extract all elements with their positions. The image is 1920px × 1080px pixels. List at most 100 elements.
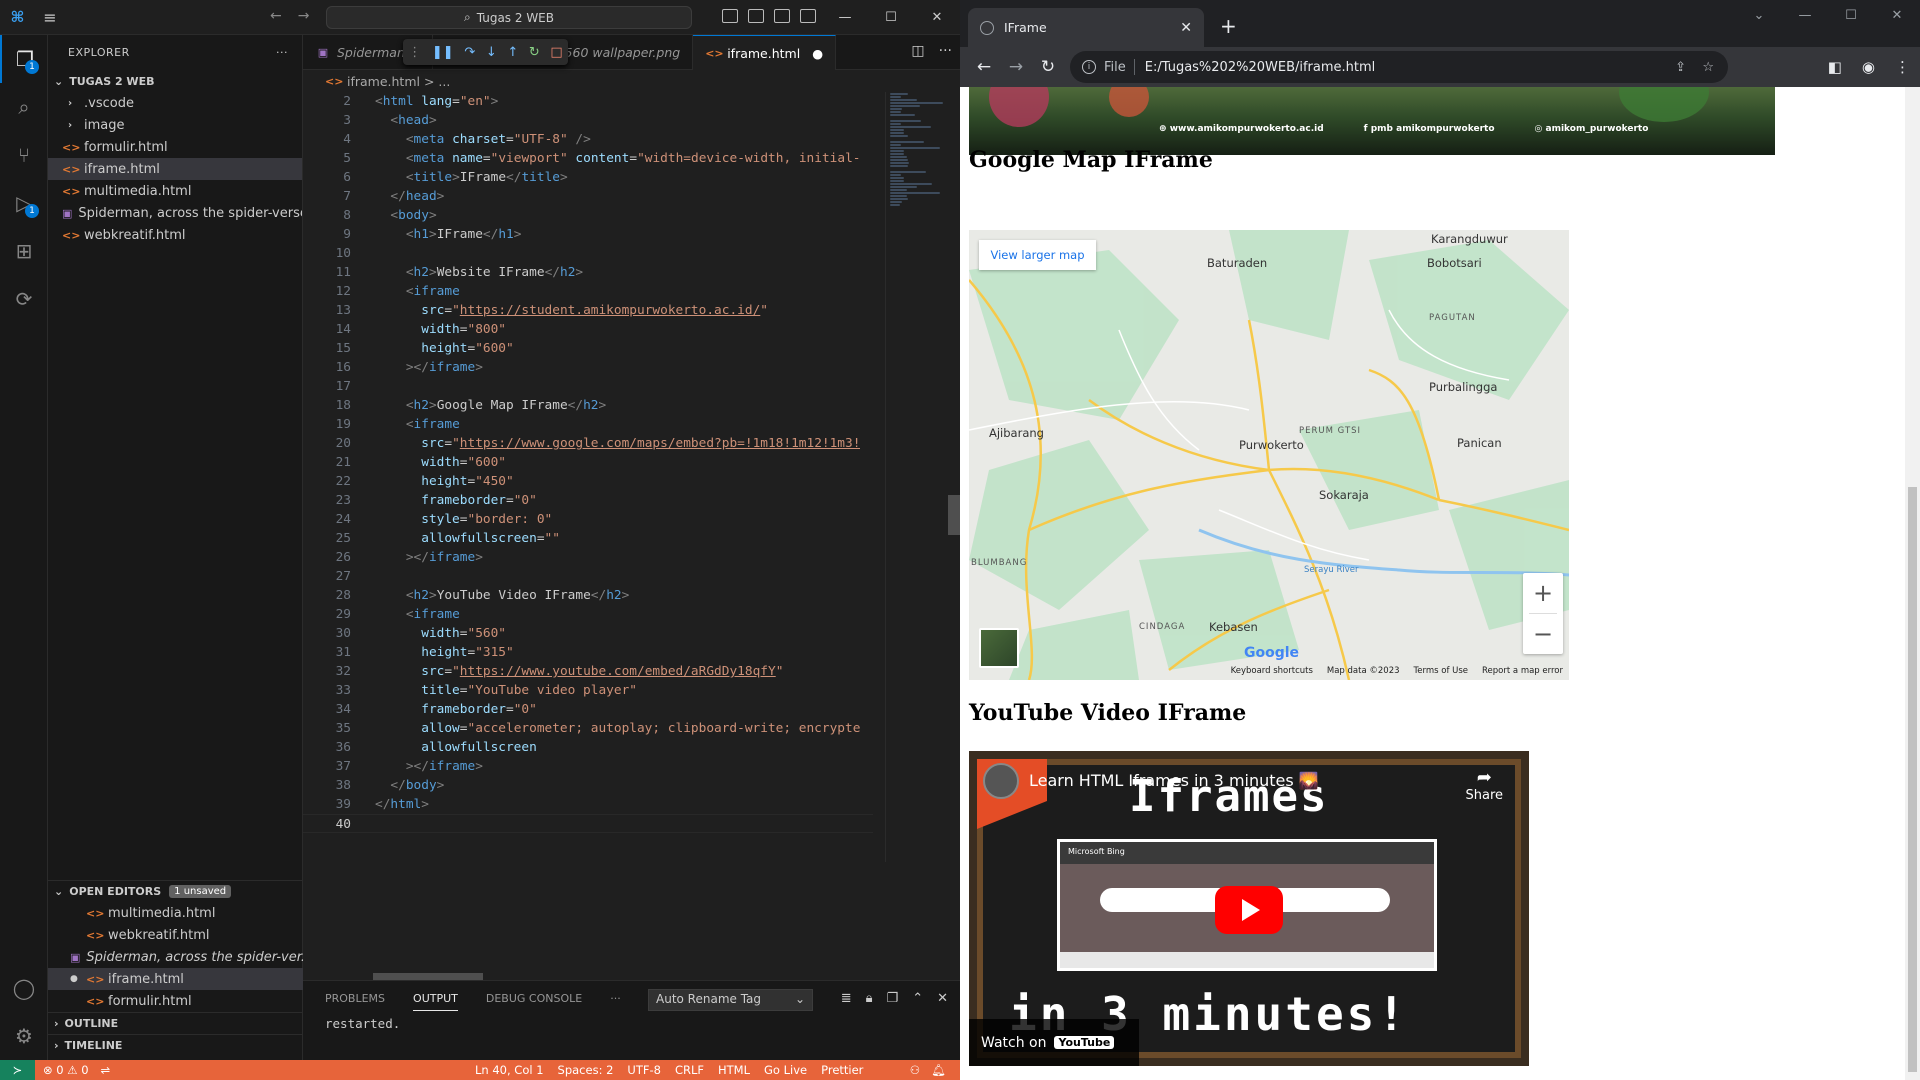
pause-icon[interactable]: ❚❚ xyxy=(432,45,454,60)
output-channel-select[interactable]: Auto Rename Tag ⌄ xyxy=(648,989,813,1011)
clear-output-icon[interactable]: ≣ xyxy=(841,991,852,1006)
address-bar[interactable]: i File E:/Tugas%202%20WEB/iframe.html ⇪ … xyxy=(1070,51,1728,83)
forward-arrow-icon[interactable]: → xyxy=(1000,57,1032,77)
minimap[interactable] xyxy=(885,92,945,862)
facebook-link[interactable]: f pmb amikompurwokerto xyxy=(1364,124,1495,134)
outline-header[interactable]: › OUTLINE xyxy=(48,1012,303,1034)
open-editors-header[interactable]: ⌄ OPEN EDITORS 1 unsaved xyxy=(48,880,303,902)
back-arrow-icon[interactable]: ← xyxy=(270,8,282,24)
more-actions-icon[interactable]: ··· xyxy=(276,46,288,59)
minimize-button[interactable]: — xyxy=(822,0,868,35)
restart-icon[interactable]: ↻ xyxy=(529,45,540,60)
zoom-in-button[interactable]: + xyxy=(1523,573,1563,613)
maximize-button[interactable]: ☐ xyxy=(868,0,914,35)
tab-problems[interactable]: PROBLEMS xyxy=(325,992,385,1005)
toggle-secondary-sidebar-icon[interactable] xyxy=(774,9,790,23)
file-tree-item[interactable]: <> multimedia.html xyxy=(48,180,302,202)
panel-more-icon[interactable]: ··· xyxy=(610,992,621,1005)
menu-icon[interactable]: ≡ xyxy=(35,8,65,27)
youtube-iframe[interactable]: Iframes Learn HTML Iframes in 3 minutes … xyxy=(969,751,1529,1066)
chevron-down-icon[interactable]: ⌄ xyxy=(1736,0,1782,30)
minimize-button[interactable]: — xyxy=(1782,0,1828,30)
close-tab-icon[interactable]: ✕ xyxy=(1180,20,1192,36)
back-arrow-icon[interactable]: ← xyxy=(968,57,1000,77)
editor-vertical-scrollbar[interactable] xyxy=(948,495,960,535)
drag-handle-icon[interactable]: ⋮ xyxy=(408,45,421,60)
page-scrollbar[interactable] xyxy=(1905,87,1920,1080)
profile-icon[interactable]: ◉ xyxy=(1862,58,1875,76)
tab-iframe-html[interactable]: <> iframe.html ● xyxy=(693,35,837,70)
open-editor-item[interactable]: ▣ Spiderman, across the spider-ver... xyxy=(48,946,303,968)
remote-indicator-icon[interactable]: ≻ xyxy=(0,1060,35,1080)
google-map-iframe[interactable]: View larger map Karangduwur Baturaden Bo… xyxy=(969,230,1569,680)
search-view-icon[interactable]: ⌕ xyxy=(0,83,48,131)
info-icon[interactable]: i xyxy=(1082,60,1096,74)
share-icon[interactable]: ⇪ xyxy=(1675,60,1686,75)
code-editor[interactable]: 2 <html lang="en"> 3 <head> 4 <meta charset… xyxy=(303,92,873,862)
account-status-icon[interactable]: ⚇ xyxy=(910,1063,920,1077)
forward-arrow-icon[interactable]: → xyxy=(298,8,310,24)
problems-status[interactable]: ⊗ 0 ⚠ 0 xyxy=(43,1063,89,1077)
toggle-panel-icon[interactable] xyxy=(748,9,764,23)
side-panel-icon[interactable]: ◧ xyxy=(1828,58,1842,76)
step-over-icon[interactable]: ↷ xyxy=(464,45,475,60)
breadcrumb[interactable]: <> iframe.html > ... xyxy=(303,70,960,92)
play-button[interactable] xyxy=(1215,886,1283,934)
source-control-icon[interactable]: ⑂ xyxy=(0,131,48,179)
step-into-icon[interactable]: ↓ xyxy=(486,45,497,60)
keyboard-shortcuts-link[interactable]: Keyboard shortcuts xyxy=(1231,666,1313,680)
new-tab-icon[interactable]: + xyxy=(1220,14,1237,38)
timeline-view-icon[interactable]: ⟳ xyxy=(0,275,48,323)
status-item[interactable]: Prettier xyxy=(821,1063,863,1077)
timeline-header[interactable]: › TIMELINE xyxy=(48,1034,303,1056)
file-tree-item[interactable]: › .vscode xyxy=(48,92,302,114)
chrome-tab[interactable]: IFrame ✕ xyxy=(968,8,1204,47)
web-link[interactable]: ⊕ www.amikompurwokerto.ac.id xyxy=(1159,124,1324,134)
unsaved-dot-icon[interactable]: ● xyxy=(812,46,823,61)
status-item[interactable]: HTML xyxy=(718,1063,750,1077)
status-item[interactable]: Spaces: 2 xyxy=(558,1063,614,1077)
stop-icon[interactable]: □ xyxy=(550,45,562,60)
account-icon[interactable]: ◯ xyxy=(0,964,48,1012)
watch-on-youtube-link[interactable]: Watch on YouTube xyxy=(969,1019,1139,1066)
status-item[interactable]: UTF-8 xyxy=(627,1063,661,1077)
close-button[interactable]: ✕ xyxy=(1874,0,1920,30)
open-editor-item[interactable]: <> formulir.html xyxy=(48,990,303,1012)
status-item[interactable]: CRLF xyxy=(675,1063,704,1077)
tab-debug-console[interactable]: DEBUG CONSOLE xyxy=(486,992,582,1005)
share-button[interactable]: ➦ Share xyxy=(1465,767,1503,803)
lock-icon[interactable]: 🔒︎ xyxy=(866,991,873,1006)
bookmark-star-icon[interactable]: ☆ xyxy=(1702,60,1714,75)
website-iframe[interactable]: ⊕ www.amikompurwokerto.ac.id f pmb amiko… xyxy=(969,87,1775,155)
open-editor-item[interactable]: <> webkreatif.html xyxy=(48,924,303,946)
chrome-menu-icon[interactable]: ⋮ xyxy=(1895,58,1910,76)
open-editor-item[interactable]: ● <> iframe.html xyxy=(48,968,303,990)
editor-more-icon[interactable]: ··· xyxy=(939,43,952,59)
file-tree-item[interactable]: <> webkreatif.html xyxy=(48,224,302,246)
reload-icon[interactable]: ↻ xyxy=(1032,57,1064,77)
page-scroll-thumb[interactable] xyxy=(1908,487,1917,1072)
view-larger-map-button[interactable]: View larger map xyxy=(979,240,1096,270)
extensions-icon[interactable]: ⊞ xyxy=(0,227,48,275)
customize-layout-icon[interactable] xyxy=(800,9,816,23)
step-out-icon[interactable]: ↑ xyxy=(507,45,518,60)
settings-gear-icon[interactable]: ⚙ xyxy=(0,1012,48,1060)
notifications-icon[interactable]: 🔔︎ xyxy=(931,1063,946,1077)
toggle-sidebar-icon[interactable] xyxy=(722,9,738,23)
live-share-icon[interactable]: ⇌ xyxy=(101,1063,111,1077)
split-editor-icon[interactable]: ◫ xyxy=(911,43,924,59)
status-item[interactable]: Go Live xyxy=(764,1063,807,1077)
maximize-button[interactable]: ☐ xyxy=(1828,0,1874,30)
file-tree-item[interactable]: <> formulir.html xyxy=(48,136,302,158)
command-center-search[interactable]: ⌕ Tugas 2 WEB xyxy=(326,6,692,29)
unsaved-dot-icon[interactable]: ● xyxy=(70,974,86,984)
status-item[interactable]: Ln 40, Col 1 xyxy=(475,1063,544,1077)
instagram-link[interactable]: ◎ amikom_purwokerto xyxy=(1535,124,1649,134)
folder-header[interactable]: ⌄ TUGAS 2 WEB xyxy=(48,70,302,92)
file-tree-item[interactable]: <> iframe.html xyxy=(48,158,302,180)
file-tree-item[interactable]: ▣ Spiderman, across the spider-verse,... xyxy=(48,202,302,224)
close-button[interactable]: ✕ xyxy=(914,0,960,35)
channel-avatar[interactable] xyxy=(983,763,1019,799)
file-tree-item[interactable]: › image xyxy=(48,114,302,136)
close-panel-icon[interactable]: ✕ xyxy=(937,991,948,1006)
